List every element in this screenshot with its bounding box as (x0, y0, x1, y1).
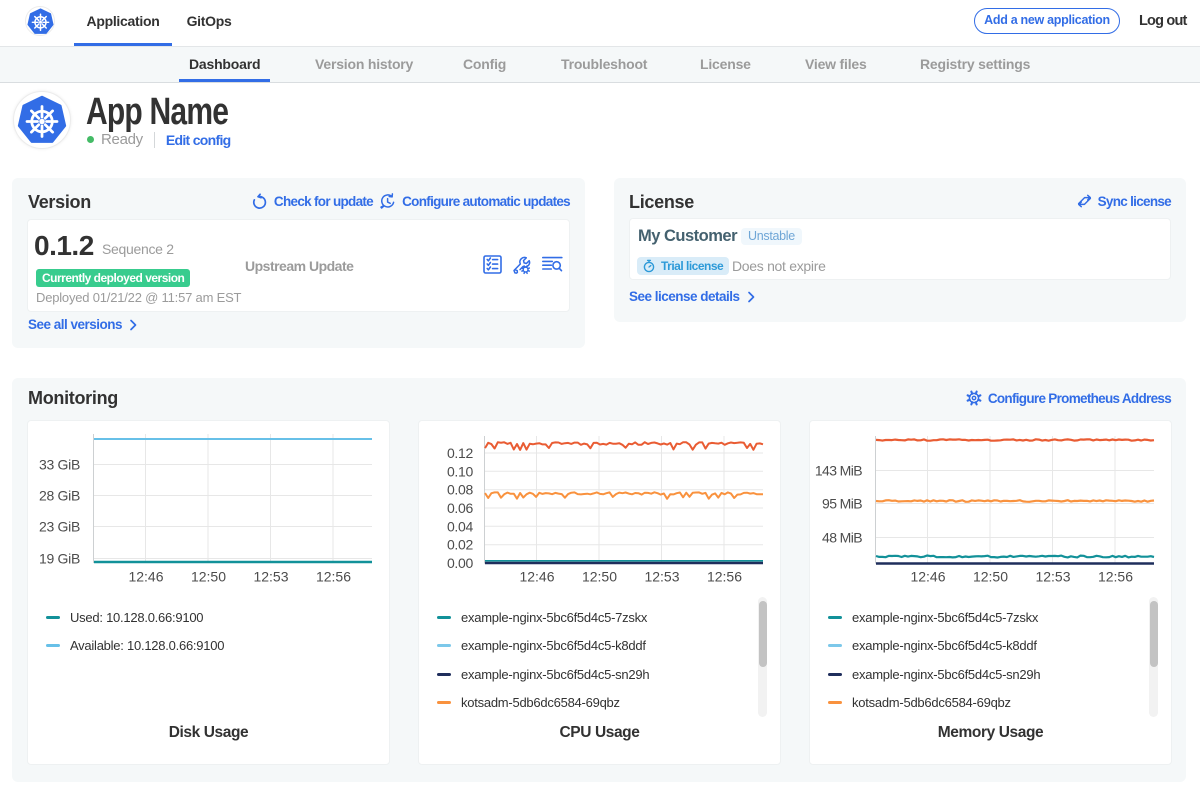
svg-text:12:53: 12:53 (253, 569, 288, 585)
svg-text:12:50: 12:50 (191, 569, 226, 585)
svg-text:0.02: 0.02 (447, 537, 474, 553)
svg-text:12:53: 12:53 (1035, 569, 1070, 585)
svg-text:0.10: 0.10 (447, 463, 474, 479)
svg-text:19 GiB: 19 GiB (39, 551, 80, 567)
svg-text:0.08: 0.08 (447, 482, 474, 498)
svg-text:12:56: 12:56 (1098, 569, 1133, 585)
svg-text:0.12: 0.12 (447, 445, 474, 461)
svg-text:12:56: 12:56 (316, 569, 351, 585)
svg-text:12:56: 12:56 (707, 569, 742, 585)
svg-text:12:46: 12:46 (910, 569, 945, 585)
svg-text:12:53: 12:53 (644, 569, 679, 585)
svg-text:0.06: 0.06 (447, 500, 474, 516)
svg-text:95 MiB: 95 MiB (822, 496, 862, 512)
svg-text:12:50: 12:50 (582, 569, 617, 585)
svg-text:0.00: 0.00 (447, 555, 474, 571)
svg-text:33 GiB: 33 GiB (39, 457, 80, 473)
svg-text:28 GiB: 28 GiB (39, 488, 80, 504)
svg-text:143 MiB: 143 MiB (815, 463, 862, 479)
svg-text:23 GiB: 23 GiB (39, 519, 80, 535)
svg-text:48 MiB: 48 MiB (822, 530, 862, 546)
svg-text:12:46: 12:46 (519, 569, 554, 585)
svg-text:0.04: 0.04 (447, 518, 474, 534)
svg-text:12:46: 12:46 (128, 569, 163, 585)
svg-text:12:50: 12:50 (973, 569, 1008, 585)
